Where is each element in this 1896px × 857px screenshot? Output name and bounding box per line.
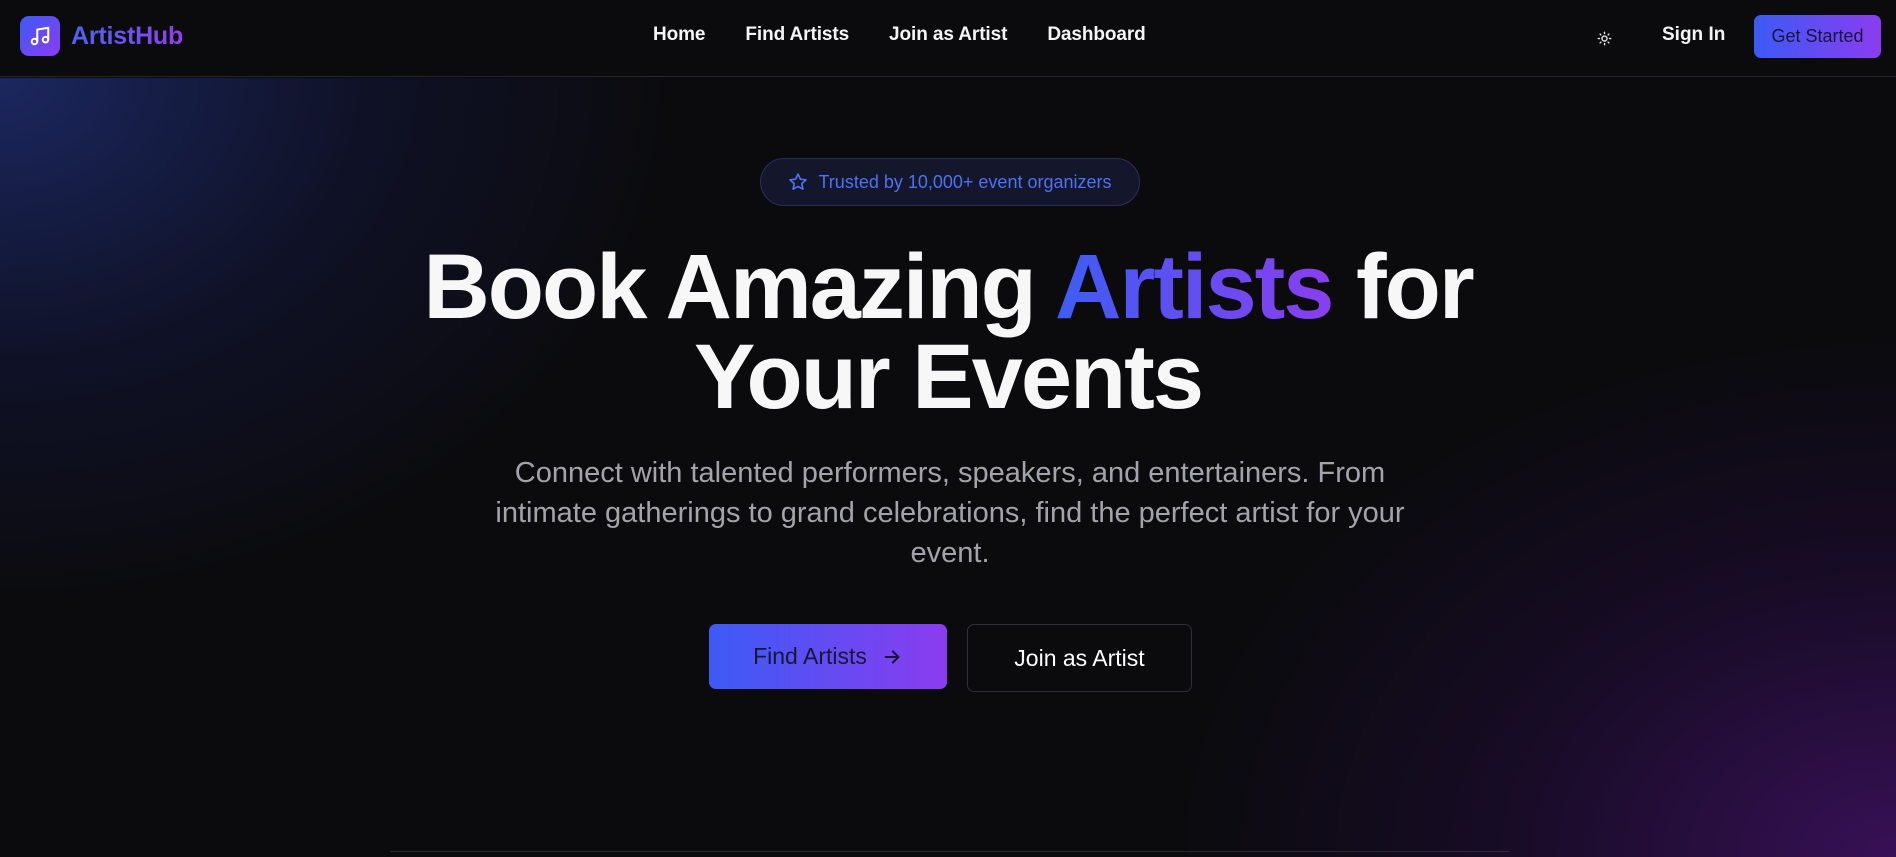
find-artists-button[interactable]: Find Artists (709, 624, 947, 689)
headline-highlight: Artists (1055, 236, 1334, 338)
headline-part2: for (1332, 236, 1475, 338)
nav-link-home[interactable]: Home (653, 24, 705, 46)
nav-link-join-as-artist[interactable]: Join as Artist (889, 24, 1007, 46)
nav-link-dashboard[interactable]: Dashboard (1047, 24, 1145, 46)
top-navbar: ArtistHub Home Find Artists Join as Arti… (0, 0, 1896, 77)
headline-part1: Book Amazing (423, 236, 1056, 338)
music-note-icon (30, 26, 50, 46)
star-icon (789, 173, 808, 190)
headline-line2: Your Events (694, 326, 1204, 428)
brand-name: ArtistHub (71, 21, 184, 50)
trust-badge: Trusted by 10,000+ event organizers (760, 158, 1140, 206)
nav-links: Home Find Artists Join as Artist Dashboa… (653, 24, 1186, 46)
join-as-artist-button[interactable]: Join as Artist (967, 624, 1192, 692)
arrow-right-icon (881, 646, 903, 668)
get-started-button[interactable]: Get Started (1754, 15, 1881, 58)
section-divider (390, 851, 1510, 852)
theme-toggle-button[interactable] (1592, 26, 1616, 50)
hero-subtext: Connect with talented performers, speake… (495, 457, 1405, 569)
brand-logo-link[interactable]: ArtistHub (20, 16, 183, 56)
sign-in-button[interactable]: Sign In (1662, 24, 1725, 46)
sun-icon (1597, 31, 1611, 45)
hero-headline: Book Amazing Artists for Your Events (0, 241, 1896, 423)
find-artists-label: Find Artists (753, 643, 867, 669)
logo-badge (20, 16, 60, 56)
nav-link-find-artists[interactable]: Find Artists (745, 24, 849, 46)
trust-badge-text: Trusted by 10,000+ event organizers (818, 171, 1112, 192)
page: ArtistHub Home Find Artists Join as Arti… (0, 0, 1896, 857)
